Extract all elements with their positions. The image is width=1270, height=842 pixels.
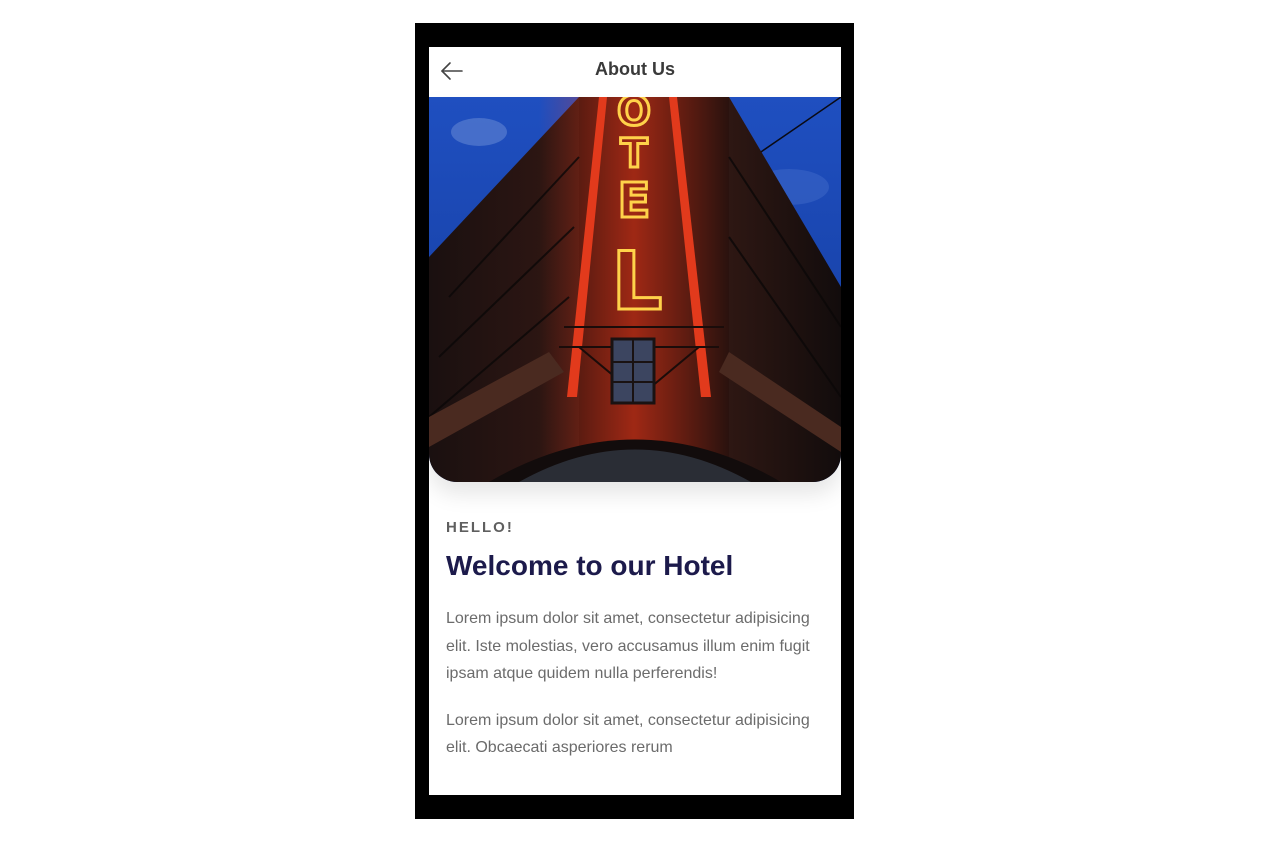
intro-paragraph: Lorem ipsum dolor sit amet, consectetur …	[446, 610, 810, 682]
app-screen: About Us O T E L HELLO! Welcome to our H…	[429, 47, 841, 795]
page-title: About Us	[595, 59, 675, 79]
device-frame: About Us O T E L HELLO! Welcome to our H…	[415, 23, 854, 819]
sign-letter-l: L	[612, 235, 663, 328]
welcome-section: HELLO! Welcome to our Hotel Lorem ipsum …	[446, 519, 816, 762]
top-app-bar: About Us	[429, 47, 841, 97]
section-heading: Welcome to our Hotel	[446, 550, 734, 581]
sign-letter-o: O	[617, 97, 651, 135]
sign-letter-t: T	[620, 131, 648, 177]
second-paragraph: Lorem ipsum dolor sit amet, consectetur …	[446, 711, 810, 757]
hero-image: O T E L	[429, 97, 841, 482]
hotel-photo: O T E L	[429, 97, 841, 482]
sign-letter-e: E	[618, 173, 651, 229]
section-eyebrow: HELLO!	[446, 519, 514, 536]
